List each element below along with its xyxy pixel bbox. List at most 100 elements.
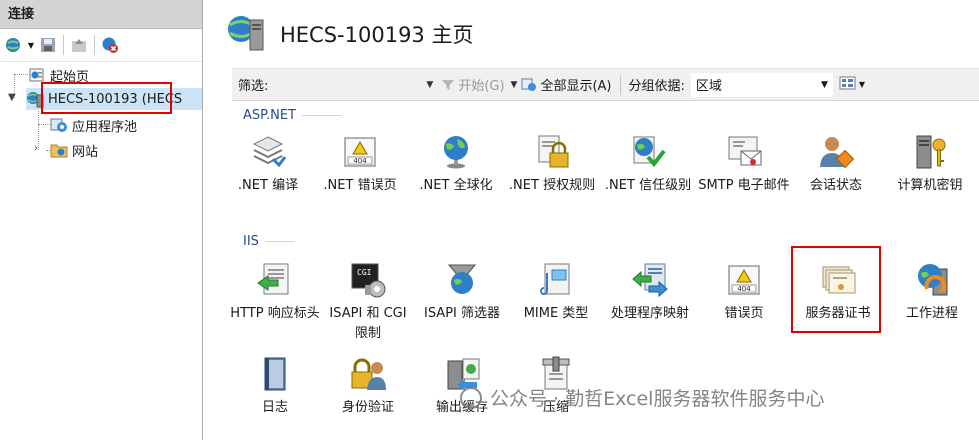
watermark-text: 公众号 · 勤哲Excel服务器软件服务中心 [490,388,825,410]
section-divider [264,241,295,242]
tile-label: .NET 错误页 [323,178,397,193]
feature-tile-net-authorization-rules[interactable]: .NET 授权规则 [506,132,598,196]
main-pane: HECS-100193 主页 筛选: ▼ 开始(G) ▼ 全部显示(A) 分组依… [214,0,979,440]
wechat-logo-icon [460,386,482,409]
section-divider [301,115,342,116]
page-header: HECS-100193 主页 [226,12,473,56]
isapi-filter-icon [442,260,482,300]
filter-label: 筛选: [238,79,269,94]
tile-label: .NET 全球化 [419,178,493,193]
session-state-icon [816,132,856,172]
authentication-icon [348,354,388,394]
trust-level-icon [628,132,668,172]
tree-item-app-pools[interactable]: 应用程序池 [50,114,137,136]
filter-toolbar: 筛选: ▼ 开始(G) ▼ 全部显示(A) 分组依据: 区域 ▼ ▼ [232,68,979,101]
server-home-icon [226,12,266,56]
feature-tile-error-pages[interactable]: 404 错误页 [698,260,790,324]
machine-key-icon [910,132,950,172]
group-by-value: 区域 [695,79,722,94]
tile-label: 会话状态 [809,178,862,193]
tile-label: ISAPI 和 CGI 限制 [329,306,407,341]
show-all-button[interactable]: 全部显示(A) [521,75,612,94]
view-mode-button[interactable]: ▼ [839,75,865,95]
toolbar-separator [63,35,64,55]
smtp-email-icon [724,132,764,172]
connect-globe-icon[interactable] [4,35,24,55]
feature-tile-smtp-email[interactable]: SMTP 电子邮件 [698,132,790,196]
start-filter-label: 开始(G) [458,79,505,94]
isapi-cgi-icon: CGI [348,260,388,300]
tile-label: 日志 [261,400,288,415]
chevron-down-icon: ▼ [820,79,828,90]
tree-item-label: 应用程序池 [72,119,138,135]
feature-tile-net-compile[interactable]: .NET 编译 [222,132,314,196]
section-header-iis: IIS [243,234,295,249]
net-compile-icon [248,132,288,172]
feature-tile-machine-key[interactable]: 计算机密钥 [884,132,976,196]
sites-folder-icon [50,141,68,159]
view-tiles-icon [839,75,857,95]
tile-label: 错误页 [724,306,764,321]
http-headers-icon [255,260,295,300]
feature-tile-handler-mappings[interactable]: 处理程序映射 [604,260,696,324]
tile-label: MIME 类型 [523,306,589,321]
group-by-select[interactable]: 区域 ▼ [690,72,833,97]
error-page-404-icon: 404 [724,260,764,300]
tree-item-label: 网站 [72,144,99,160]
highlight-box-server [41,82,172,114]
worker-process-icon [912,260,952,300]
save-icon[interactable] [38,35,58,55]
watermark: 公众号 · 勤哲Excel服务器软件服务中心 [460,384,824,411]
feature-tile-http-response-headers[interactable]: HTTP 响应标头 [229,260,321,324]
svg-text:CGI: CGI [357,268,372,277]
feature-tile-session-state[interactable]: 会话状态 [790,132,882,196]
tile-label: 工作进程 [905,306,958,321]
tile-label: 身份验证 [341,400,394,415]
expand-chevron-icon[interactable]: › [34,143,38,154]
section-header-aspnet: ASP.NET [243,108,342,123]
connect-dropdown-icon[interactable]: ▼ [26,35,36,55]
error-page-404-icon: 404 [340,132,380,172]
app-pool-icon [50,116,68,134]
svg-text:404: 404 [737,285,751,293]
connections-header: 连接 [0,0,202,29]
globe-icon [436,132,476,172]
highlight-box-server-certificates [791,246,881,333]
funnel-icon [441,78,455,92]
collapse-chevron-icon[interactable]: ▼ [8,92,16,103]
show-all-icon [521,78,537,92]
tile-label: 处理程序映射 [610,306,689,321]
start-dropdown-icon[interactable]: ▼ [511,80,518,90]
page-title: HECS-100193 主页 [280,23,474,47]
feature-tile-net-error-pages[interactable]: 404 .NET 错误页 [314,132,406,196]
tree-line [38,124,50,125]
feature-tile-authentication[interactable]: 身份验证 [322,354,414,418]
logging-icon [255,354,295,394]
connections-toolbar: ▼ [0,29,202,62]
tree-item-sites[interactable]: 网站 [50,139,98,161]
tile-label: .NET 授权规则 [508,178,596,193]
connections-pane: 连接 ▼ 起始页 ▼ HECS-100193 (HECS 应用程序池 › 网站 [0,0,203,440]
chevron-down-icon: ▼ [858,80,866,89]
tile-label: 计算机密钥 [897,178,963,193]
toolbar-separator [94,35,95,55]
feature-tile-worker-processes[interactable]: 工作进程 [886,260,978,324]
mime-types-icon [536,260,576,300]
feature-tile-net-trust-levels[interactable]: .NET 信任级别 [602,132,694,196]
up-level-icon[interactable] [69,35,89,55]
feature-tile-logging[interactable]: 日志 [229,354,321,418]
tile-label: HTTP 响应标头 [230,306,320,321]
tile-label: ISAPI 筛选器 [423,306,501,321]
group-by-label: 分组依据: [628,79,685,94]
feature-tile-isapi-cgi-restrictions[interactable]: CGI ISAPI 和 CGI 限制 [322,260,414,344]
lock-document-icon [532,132,572,172]
feature-tile-isapi-filters[interactable]: ISAPI 筛选器 [416,260,508,324]
feature-tile-mime-types[interactable]: MIME 类型 [510,260,602,324]
tree-line [38,108,39,150]
section-title: ASP.NET [243,108,296,123]
filter-input[interactable] [270,74,420,96]
feature-tile-net-globalization[interactable]: .NET 全球化 [410,132,502,196]
filter-dropdown-icon[interactable]: ▼ [426,80,433,90]
disconnect-icon[interactable] [100,35,120,55]
start-filter-button[interactable]: 开始(G) [441,75,505,94]
